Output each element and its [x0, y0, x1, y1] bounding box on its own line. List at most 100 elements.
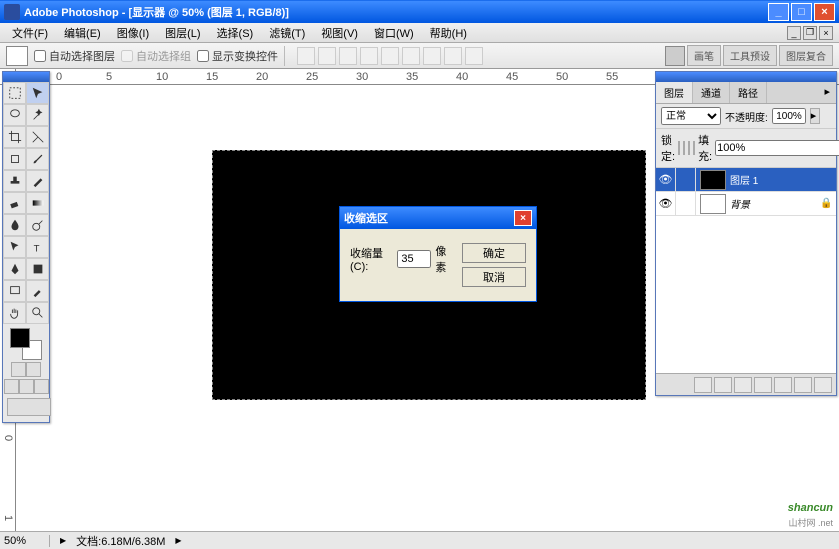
new-layer-button[interactable] — [794, 377, 812, 393]
path-select-tool[interactable] — [3, 236, 26, 258]
hand-tool[interactable] — [3, 302, 26, 324]
visibility-icon[interactable]: 👁 — [656, 192, 676, 215]
notes-tool[interactable] — [3, 280, 26, 302]
pen-tool[interactable] — [3, 258, 26, 280]
opacity-input[interactable] — [772, 108, 806, 124]
lasso-tool[interactable] — [3, 104, 26, 126]
align-top-icon[interactable] — [297, 47, 315, 65]
eraser-tool[interactable] — [3, 192, 26, 214]
palette-tab-toolpreset[interactable]: 工具预设 — [723, 45, 777, 66]
link-cell[interactable] — [676, 192, 696, 215]
lock-position-icon[interactable] — [688, 141, 690, 155]
layer-row[interactable]: 👁 图层 1 — [656, 168, 836, 192]
menu-view[interactable]: 视图(V) — [313, 23, 366, 43]
info-arrow-icon[interactable]: ▶ — [175, 536, 181, 545]
gradient-tool[interactable] — [26, 192, 49, 214]
visibility-icon[interactable]: 👁 — [656, 168, 676, 191]
zoom-tool[interactable] — [26, 302, 49, 324]
layer-mask-button[interactable] — [734, 377, 752, 393]
foreground-color-swatch[interactable] — [10, 328, 30, 348]
layer-name[interactable]: 图层 1 — [730, 172, 836, 187]
palette-well-icon[interactable] — [665, 46, 685, 66]
close-button[interactable]: × — [814, 3, 835, 21]
blend-mode-select[interactable]: 正常 — [661, 107, 721, 125]
current-tool-icon[interactable] — [6, 46, 28, 66]
contract-amount-input[interactable] — [397, 250, 431, 268]
screen-full-button[interactable] — [34, 379, 49, 394]
tab-channels[interactable]: 通道 — [693, 82, 730, 103]
menu-image[interactable]: 图像(I) — [109, 23, 157, 43]
dialog-close-button[interactable]: × — [514, 210, 532, 226]
new-set-button[interactable] — [754, 377, 772, 393]
align-bottom-icon[interactable] — [339, 47, 357, 65]
ok-button[interactable]: 确定 — [462, 243, 526, 263]
zoom-level[interactable]: 50% — [4, 535, 50, 547]
cancel-button[interactable]: 取消 — [462, 267, 526, 287]
wand-tool[interactable] — [26, 104, 49, 126]
minimize-button[interactable]: _ — [768, 3, 789, 21]
color-swatches[interactable] — [10, 328, 42, 360]
fill-input[interactable] — [715, 140, 839, 156]
doc-restore-button[interactable]: ❐ — [803, 26, 817, 40]
panel-drag-handle[interactable] — [656, 72, 836, 82]
dodge-tool[interactable] — [26, 214, 49, 236]
standard-mode-button[interactable] — [11, 362, 26, 377]
auto-select-layer-checkbox[interactable]: 自动选择图层 — [34, 48, 115, 64]
history-brush-tool[interactable] — [26, 170, 49, 192]
align-left-icon[interactable] — [360, 47, 378, 65]
layer-name[interactable]: 背景 — [730, 196, 820, 211]
align-hcenter-icon[interactable] — [381, 47, 399, 65]
menu-filter[interactable]: 滤镜(T) — [261, 23, 313, 43]
marquee-tool[interactable] — [3, 82, 26, 104]
blur-tool[interactable] — [3, 214, 26, 236]
align-vcenter-icon[interactable] — [318, 47, 336, 65]
crop-tool[interactable] — [3, 126, 26, 148]
menu-layer[interactable]: 图层(L) — [157, 23, 208, 43]
tab-paths[interactable]: 路径 — [730, 82, 767, 103]
lock-transparent-icon[interactable] — [678, 141, 680, 155]
type-tool[interactable]: T — [26, 236, 49, 258]
heal-tool[interactable] — [3, 148, 26, 170]
zoom-arrow-icon[interactable]: ▶ — [60, 536, 66, 545]
toolbox-drag-handle[interactable] — [3, 72, 49, 82]
distribute-top-icon[interactable] — [423, 47, 441, 65]
lock-image-icon[interactable] — [683, 141, 685, 155]
menu-file[interactable]: 文件(F) — [4, 23, 56, 43]
jump-to-imageready-button[interactable] — [7, 398, 51, 416]
menu-edit[interactable]: 编辑(E) — [56, 23, 109, 43]
screen-full-menubar-button[interactable] — [19, 379, 34, 394]
link-cell[interactable] — [676, 168, 696, 191]
distribute-bottom-icon[interactable] — [465, 47, 483, 65]
shape-tool[interactable] — [26, 258, 49, 280]
menu-window[interactable]: 窗口(W) — [366, 23, 422, 43]
quickmask-mode-button[interactable] — [26, 362, 41, 377]
layer-thumbnail[interactable] — [700, 170, 726, 190]
doc-info[interactable]: 文档:6.18M/6.38M — [76, 533, 165, 549]
lock-all-icon[interactable] — [693, 141, 695, 155]
palette-tab-layercomp[interactable]: 图层复合 — [779, 45, 833, 66]
layer-link-button[interactable] — [694, 377, 712, 393]
opacity-arrow[interactable]: ▸ — [810, 108, 820, 124]
show-transform-checkbox[interactable]: 显示变换控件 — [197, 48, 278, 64]
align-right-icon[interactable] — [402, 47, 420, 65]
distribute-vcenter-icon[interactable] — [444, 47, 462, 65]
doc-close-button[interactable]: × — [819, 26, 833, 40]
adjustment-layer-button[interactable] — [774, 377, 792, 393]
layer-style-button[interactable] — [714, 377, 732, 393]
panel-menu-button[interactable]: ▸ — [818, 82, 836, 103]
eyedropper-tool[interactable] — [26, 280, 49, 302]
menu-help[interactable]: 帮助(H) — [422, 23, 475, 43]
stamp-tool[interactable] — [3, 170, 26, 192]
delete-layer-button[interactable] — [814, 377, 832, 393]
layer-row[interactable]: 👁 背景 🔒 — [656, 192, 836, 216]
brush-tool[interactable] — [26, 148, 49, 170]
slice-tool[interactable] — [26, 126, 49, 148]
move-tool[interactable] — [26, 82, 49, 104]
dialog-titlebar[interactable]: 收缩选区 × — [340, 207, 536, 229]
layer-thumbnail[interactable] — [700, 194, 726, 214]
screen-standard-button[interactable] — [4, 379, 19, 394]
palette-tab-brush[interactable]: 画笔 — [687, 45, 721, 66]
tab-layers[interactable]: 图层 — [656, 82, 693, 103]
menu-select[interactable]: 选择(S) — [209, 23, 262, 43]
maximize-button[interactable]: □ — [791, 3, 812, 21]
